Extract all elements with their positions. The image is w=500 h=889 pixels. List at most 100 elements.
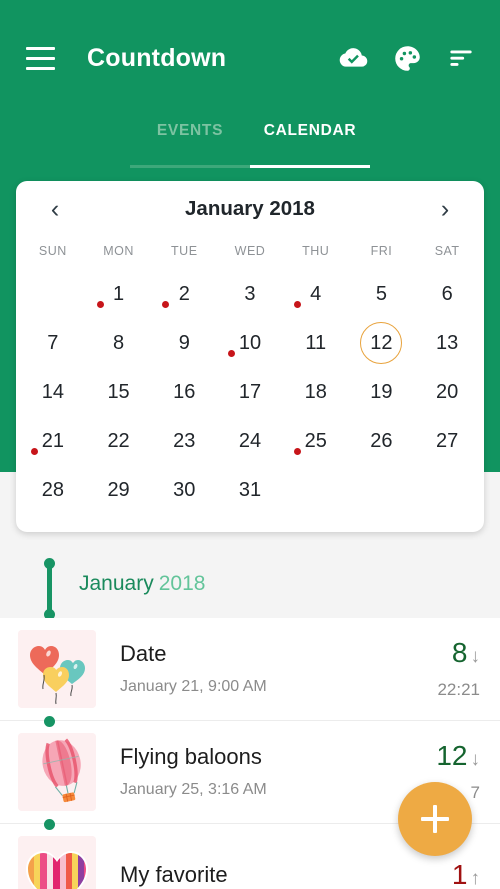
weekday-label: THU	[302, 244, 330, 258]
palette-icon[interactable]	[380, 31, 434, 85]
calendar-day[interactable]: 19	[349, 367, 415, 416]
calendar-day-number: 11	[305, 331, 327, 354]
event-dot	[96, 300, 104, 308]
calendar-day[interactable]: 27	[414, 416, 480, 465]
add-event-button[interactable]	[398, 782, 472, 856]
calendar-day-number: 13	[436, 331, 459, 354]
calendar-day-empty	[20, 269, 86, 318]
calendar-day-number: 29	[107, 478, 130, 501]
calendar-day[interactable]: 9	[151, 318, 217, 367]
timeline-connector-dot	[44, 716, 55, 727]
calendar-day[interactable]: 15	[86, 367, 152, 416]
calendar-day-number: 23	[173, 429, 196, 452]
calendar-day-number: 7	[47, 331, 59, 354]
page-title: Countdown	[87, 43, 227, 72]
calendar-day[interactable]: 18	[283, 367, 349, 416]
calendar-day[interactable]: 14	[20, 367, 86, 416]
event-time-remaining: 22:21	[437, 679, 480, 699]
cloud-check-icon[interactable]	[326, 31, 380, 85]
calendar-day[interactable]: 30	[151, 465, 217, 514]
calendar-day[interactable]: 6	[414, 269, 480, 318]
calendar-day-number: 22	[107, 429, 130, 452]
prev-month-button[interactable]: ‹	[38, 192, 72, 226]
calendar-day[interactable]: 21	[20, 416, 86, 465]
plus-icon-vertical	[433, 805, 437, 833]
timeline-rail	[44, 558, 55, 620]
calendar-day[interactable]: 25	[283, 416, 349, 465]
timeline-month-label: January 2018	[79, 572, 205, 596]
event-dot	[30, 447, 38, 455]
next-month-button[interactable]: ›	[428, 192, 462, 226]
calendar-day[interactable]: 31	[217, 465, 283, 514]
calendar-day-number: 19	[370, 380, 393, 403]
calendar-day-number: 16	[173, 380, 196, 403]
calendar-grid: 1 2 3 4 5 6 7 8 9 10 11 12 13 14 15 16 17 18 19 20 21 22 23 24 2…	[16, 269, 484, 514]
event-countdown-block: 1 ↑	[394, 861, 480, 889]
calendar-day[interactable]: 7	[20, 318, 86, 367]
weekday-label: TUE	[171, 244, 198, 258]
timeline-line	[47, 563, 52, 615]
calendar-day[interactable]: 3	[217, 269, 283, 318]
calendar-day[interactable]: 11	[283, 318, 349, 367]
calendar-day[interactable]: 5	[349, 269, 415, 318]
event-title: Flying baloons	[120, 744, 262, 769]
weekday-label: FRI	[370, 244, 393, 258]
event-date: January 25, 3:16 AM	[120, 781, 267, 799]
event-countdown-days: 8	[451, 636, 468, 668]
calendar-day-empty	[349, 465, 415, 514]
tab-events[interactable]: EVENTS	[130, 118, 250, 168]
weekday-label: WED	[234, 244, 266, 258]
striped-heart-icon	[18, 836, 96, 889]
tab-calendar[interactable]: CALENDAR	[250, 118, 370, 168]
event-date: January 21, 9:00 AM	[120, 678, 267, 696]
calendar-day[interactable]: 8	[86, 318, 152, 367]
calendar-week-row: 7 8 9 10 11 12 13	[20, 318, 480, 367]
calendar-week-row: 1 2 3 4 5 6	[20, 269, 480, 318]
tab-events-underline	[130, 165, 250, 168]
tab-calendar-underline	[250, 165, 370, 168]
calendar-day[interactable]: 12	[349, 318, 415, 367]
calendar-day-number: 14	[41, 380, 64, 403]
calendar-day[interactable]: 10	[217, 318, 283, 367]
calendar-day[interactable]: 24	[217, 416, 283, 465]
calendar-day[interactable]: 23	[151, 416, 217, 465]
event-title: My favorite	[120, 862, 228, 887]
timeline-month-name: January	[79, 572, 154, 595]
event-dot	[293, 447, 301, 455]
sort-icon[interactable]	[434, 31, 488, 85]
calendar-day[interactable]: 20	[414, 367, 480, 416]
calendar-day[interactable]: 13	[414, 318, 480, 367]
timeline-connector-dot	[44, 819, 55, 830]
tab-events-label: EVENTS	[156, 122, 224, 139]
event-countdown: 8 ↓	[394, 636, 480, 668]
calendar-day[interactable]: 29	[86, 465, 152, 514]
calendar-day[interactable]: 4	[283, 269, 349, 318]
calendar-day[interactable]: 17	[217, 367, 283, 416]
event-countdown-days: 1	[451, 859, 468, 889]
calendar-day[interactable]: 16	[151, 367, 217, 416]
event-row[interactable]: Date January 21, 9:00 AM 8 ↓ 22:21	[0, 618, 500, 721]
event-text-block: My favorite	[120, 863, 394, 887]
calendar-day[interactable]: 22	[86, 416, 152, 465]
calendar-day-number: 9	[178, 331, 190, 354]
calendar-day-empty	[414, 465, 480, 514]
calendar-day-number: 10	[238, 331, 262, 354]
weekday-label: SAT	[434, 244, 460, 258]
event-text-block: Date January 21, 9:00 AM	[120, 642, 394, 696]
calendar-day-number: 30	[173, 478, 196, 501]
arrow-down-icon: ↓	[470, 748, 481, 770]
calendar-day-number: 18	[304, 380, 327, 403]
calendar-day[interactable]: 1	[86, 269, 152, 318]
event-countdown: 1 ↑	[394, 861, 480, 889]
calendar-month-title: January 2018	[185, 197, 315, 220]
calendar-day[interactable]: 28	[20, 465, 86, 514]
heart-balloons-icon	[18, 630, 96, 708]
calendar-day-number: 3	[244, 282, 256, 305]
calendar-day-number: 28	[41, 478, 64, 501]
calendar-day[interactable]: 2	[151, 269, 217, 318]
tab-calendar-label: CALENDAR	[263, 122, 357, 139]
hamburger-menu-icon[interactable]	[11, 29, 69, 87]
weekday-label: SUN	[38, 244, 67, 258]
calendar-day[interactable]: 26	[349, 416, 415, 465]
event-dot	[293, 300, 301, 308]
